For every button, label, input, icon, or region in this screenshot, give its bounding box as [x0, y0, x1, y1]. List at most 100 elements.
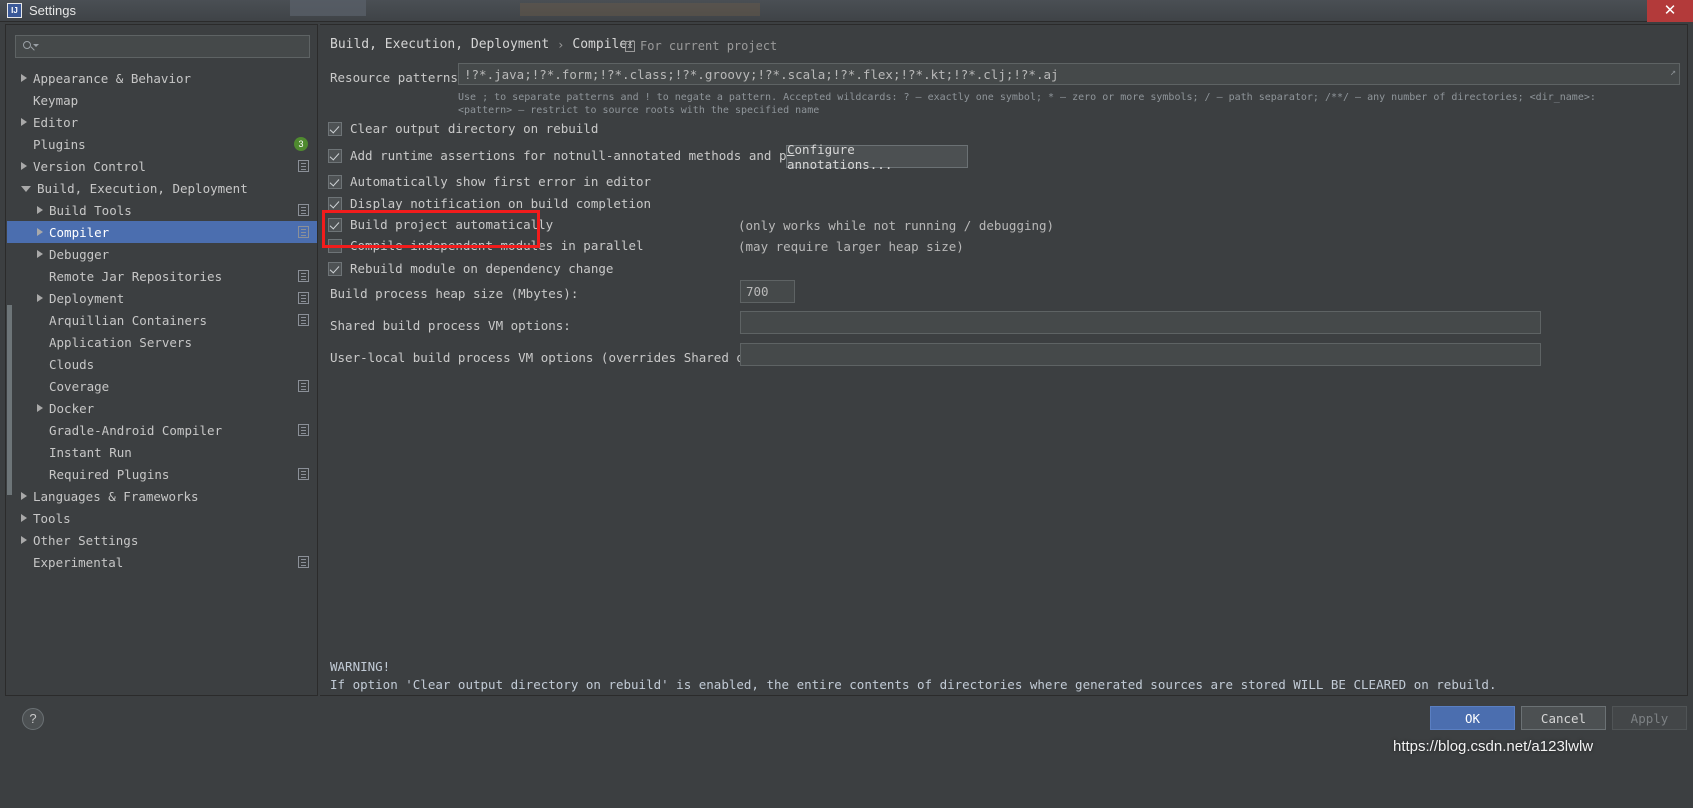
sidebar-item-label: Languages & Frameworks: [33, 488, 199, 504]
checkbox-checked-icon[interactable]: [328, 148, 342, 163]
checkbox-checked-icon[interactable]: [328, 196, 342, 211]
resource-patterns-value: !?*.java;!?*.form;!?*.class;!?*.groovy;!…: [464, 66, 1059, 82]
sidebar-item-clouds[interactable]: Clouds: [7, 353, 317, 375]
project-scope-icon: [298, 204, 309, 216]
warning-text: If option 'Clear output directory on reb…: [330, 677, 1497, 692]
sidebar-item-languages-frameworks[interactable]: Languages & Frameworks: [7, 485, 317, 507]
checkbox-add-runtime-assertions-for-notnull-annotated-methods-and-parameters[interactable]: Add runtime assertions for notnull-annot…: [328, 148, 854, 163]
sidebar-item-arquillian-containers[interactable]: Arquillian Containers: [7, 309, 317, 331]
settings-dialog: IJ Settings ✕ Appearance & Behavior Keyma…: [0, 0, 1693, 808]
sidebar-item-plugins[interactable]: Plugins 3: [7, 133, 317, 155]
sidebar-item-docker[interactable]: Docker: [7, 397, 317, 419]
sidebar-item-version-control[interactable]: Version Control: [7, 155, 317, 177]
sidebar-item-label: Compiler: [49, 224, 110, 240]
sidebar-item-editor[interactable]: Editor: [7, 111, 317, 133]
chevron-right-icon[interactable]: [21, 118, 27, 126]
chevron-right-icon[interactable]: [37, 404, 43, 412]
checkbox-checked-icon[interactable]: [328, 121, 342, 136]
shared-vm-options-input[interactable]: [740, 311, 1541, 334]
resource-patterns-hint-line1: Use ; to separate patterns and ! to nega…: [458, 92, 1596, 103]
sidebar-item-gradle-android-compiler[interactable]: Gradle-Android Compiler: [7, 419, 317, 441]
checkbox-compile-independent-modules-in-parallel[interactable]: Compile independent modules in parallel: [328, 238, 644, 253]
chevron-right-icon[interactable]: [21, 492, 27, 500]
checkbox-label: Clear output directory on rebuild: [350, 121, 599, 136]
sidebar-item-label: Editor: [33, 114, 79, 130]
sidebar-item-label: Gradle-Android Compiler: [49, 422, 223, 438]
sidebar-item-deployment[interactable]: Deployment: [7, 287, 317, 309]
shared-vm-options-label: Shared build process VM options:: [330, 318, 571, 333]
close-icon[interactable]: ✕: [1647, 0, 1693, 22]
chevron-right-icon[interactable]: [37, 294, 43, 302]
cancel-button[interactable]: Cancel: [1521, 706, 1606, 730]
project-scope-icon: [298, 160, 309, 172]
chevron-right-icon[interactable]: [21, 162, 27, 170]
sidebar-item-keymap[interactable]: Keymap: [7, 89, 317, 111]
checkbox-label: Rebuild module on dependency change: [350, 261, 614, 276]
configure-annotations-label: Configure annotations...: [787, 141, 893, 172]
title-bar-left: IJ Settings: [0, 3, 76, 18]
breadcrumb-root[interactable]: Build, Execution, Deployment: [330, 37, 549, 52]
watermark-url: https://blog.csdn.net/a123lwlw: [1393, 738, 1594, 755]
chevron-right-icon[interactable]: [21, 74, 27, 82]
sidebar-item-instant-run[interactable]: Instant Run: [7, 441, 317, 463]
sidebar-item-experimental[interactable]: Experimental: [7, 551, 317, 573]
help-button[interactable]: ?: [22, 708, 44, 730]
sidebar-item-label: Coverage: [49, 378, 110, 394]
breadcrumb-separator: ›: [557, 37, 565, 52]
sidebar-scrollbar[interactable]: [7, 305, 12, 495]
checkbox-label: Display notification on build completion: [350, 196, 652, 211]
checkbox-build-project-automatically[interactable]: Build project automatically: [328, 217, 553, 232]
checkbox-note-compile-independent-modules-in-parallel: (may require larger heap size): [738, 239, 964, 254]
sidebar-item-appearance-behavior[interactable]: Appearance & Behavior: [7, 67, 317, 89]
titlebar-artifact-left: [290, 0, 366, 16]
sidebar-item-build-tools[interactable]: Build Tools: [7, 199, 317, 221]
heap-size-label: Build process heap size (Mbytes):: [330, 286, 579, 301]
checkbox-checked-icon[interactable]: [328, 174, 342, 189]
chevron-right-icon[interactable]: [21, 514, 27, 522]
sidebar-item-application-servers[interactable]: Application Servers: [7, 331, 317, 353]
settings-sidebar: Appearance & Behavior Keymap Editor Plugins…: [5, 24, 318, 696]
chevron-down-icon[interactable]: [21, 186, 31, 192]
checkbox-display-notification-on-build-completion[interactable]: Display notification on build completion: [328, 196, 651, 211]
checkbox-checked-icon[interactable]: [328, 261, 342, 276]
sidebar-item-label: Remote Jar Repositories: [49, 268, 223, 284]
sidebar-item-required-plugins[interactable]: Required Plugins: [7, 463, 317, 485]
sidebar-item-label: Arquillian Containers: [49, 312, 208, 328]
expand-icon[interactable]: ↗: [1670, 67, 1676, 78]
checkbox-checked-icon[interactable]: [328, 217, 342, 232]
heap-size-input[interactable]: 700: [740, 280, 795, 303]
sidebar-item-debugger[interactable]: Debugger: [7, 243, 317, 265]
chevron-right-icon[interactable]: [37, 228, 43, 236]
for-current-project: For current project: [625, 39, 777, 53]
sidebar-item-label: Debugger: [49, 246, 110, 262]
checkbox-rebuild-module-on-dependency-change[interactable]: Rebuild module on dependency change: [328, 261, 613, 276]
sidebar-item-remote-jar-repositories[interactable]: Remote Jar Repositories: [7, 265, 317, 287]
checkbox-unchecked-icon[interactable]: [328, 238, 342, 253]
checkbox-label: Add runtime assertions for notnull-annot…: [350, 148, 855, 163]
sidebar-item-build-execution-deployment[interactable]: Build, Execution, Deployment: [7, 177, 317, 199]
resource-patterns-input[interactable]: !?*.java;!?*.form;!?*.class;!?*.groovy;!…: [458, 63, 1680, 85]
sidebar-item-label: Required Plugins: [49, 466, 170, 482]
sidebar-item-other-settings[interactable]: Other Settings: [7, 529, 317, 551]
configure-annotations-button[interactable]: Configure annotations...: [786, 142, 968, 172]
search-input[interactable]: [38, 39, 288, 54]
titlebar-artifact-center: [520, 3, 760, 16]
chevron-right-icon[interactable]: [21, 536, 27, 544]
sidebar-item-tools[interactable]: Tools: [7, 507, 317, 529]
chevron-right-icon[interactable]: [37, 206, 43, 214]
checkbox-clear-output-directory-on-rebuild[interactable]: Clear output directory on rebuild: [328, 121, 598, 136]
sidebar-item-compiler[interactable]: Compiler: [7, 221, 317, 243]
project-scope-icon: [298, 314, 309, 326]
checkbox-automatically-show-first-error-in-editor[interactable]: Automatically show first error in editor: [328, 174, 651, 189]
search-box[interactable]: [15, 35, 310, 58]
ok-button[interactable]: OK: [1430, 706, 1515, 730]
breadcrumb: Build, Execution, Deployment › Compiler: [330, 37, 635, 52]
title-bar: IJ Settings ✕: [0, 0, 1693, 22]
search-icon: [22, 39, 39, 55]
user-local-vm-options-input[interactable]: [740, 343, 1541, 366]
chevron-right-icon[interactable]: [37, 250, 43, 258]
sidebar-item-label: Experimental: [33, 554, 124, 570]
sidebar-item-label: Application Servers: [49, 334, 192, 350]
settings-tree: Appearance & Behavior Keymap Editor Plugins…: [7, 67, 317, 573]
sidebar-item-coverage[interactable]: Coverage: [7, 375, 317, 397]
